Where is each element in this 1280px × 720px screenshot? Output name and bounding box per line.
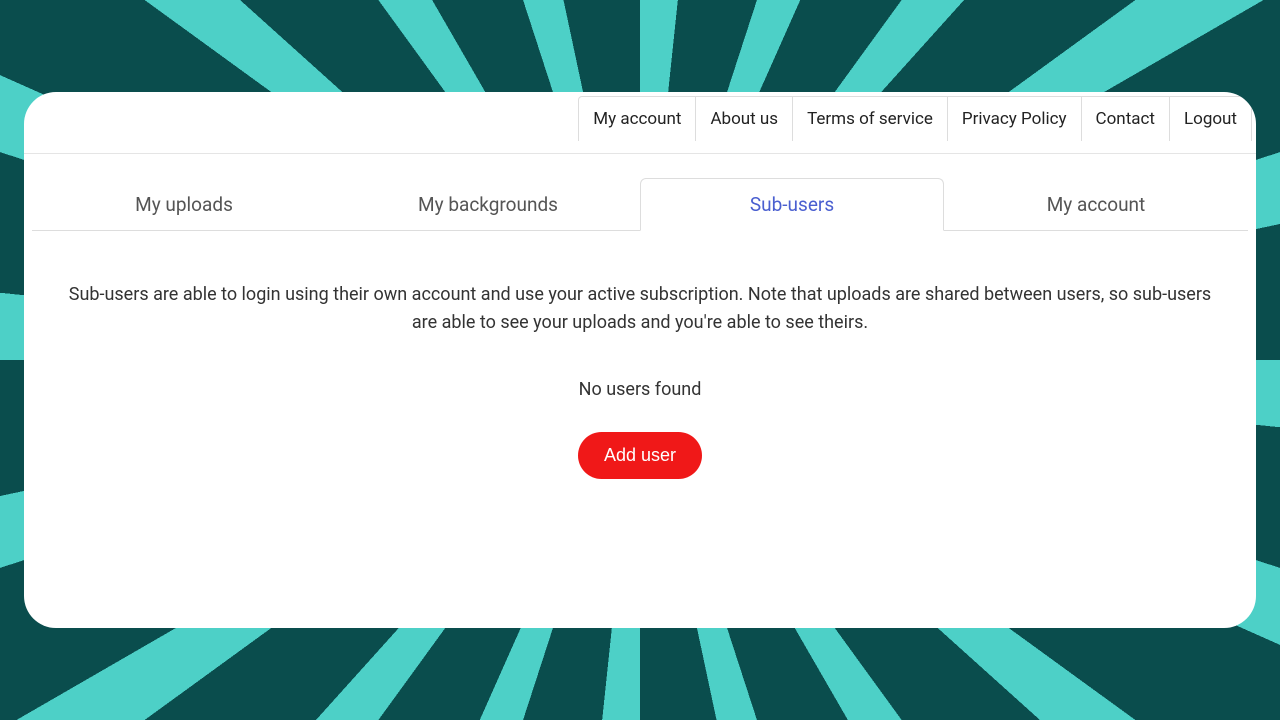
nav-terms-of-service[interactable]: Terms of service [792,97,947,141]
top-nav: My account About us Terms of service Pri… [24,92,1256,154]
add-user-button[interactable]: Add user [578,432,702,479]
tab-my-backgrounds[interactable]: My backgrounds [336,178,640,230]
main-panel: My account About us Terms of service Pri… [24,92,1256,628]
tab-sub-users[interactable]: Sub-users [640,178,944,231]
nav-contact[interactable]: Contact [1081,97,1169,141]
top-nav-inner: My account About us Terms of service Pri… [578,96,1252,141]
no-users-message: No users found [44,379,1236,400]
sub-users-description: Sub-users are able to login using their … [60,281,1220,337]
nav-my-account[interactable]: My account [579,97,695,141]
account-tabs: My uploads My backgrounds Sub-users My a… [32,178,1248,231]
nav-logout[interactable]: Logout [1169,97,1251,141]
nav-about-us[interactable]: About us [695,97,792,141]
tab-my-account[interactable]: My account [944,178,1248,230]
nav-privacy-policy[interactable]: Privacy Policy [947,97,1081,141]
tab-my-uploads[interactable]: My uploads [32,178,336,230]
tab-content: Sub-users are able to login using their … [24,231,1256,499]
